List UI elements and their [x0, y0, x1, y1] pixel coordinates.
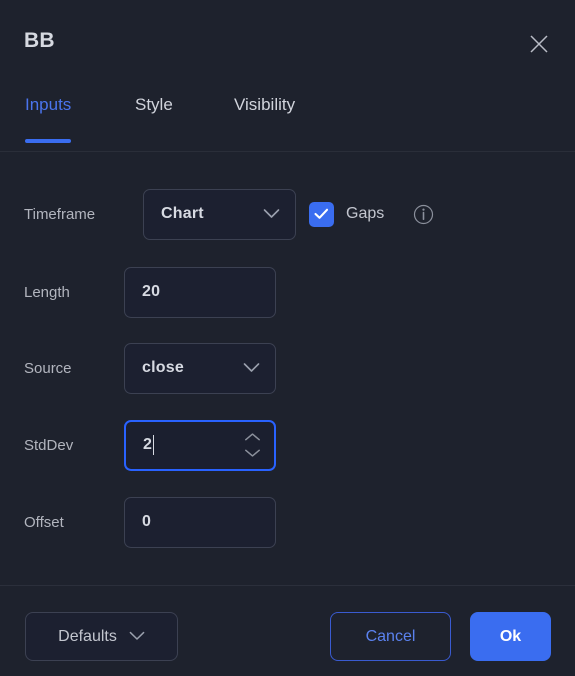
tab-inputs[interactable]: Inputs — [25, 95, 72, 147]
tab-style-label: Style — [135, 95, 173, 114]
text-caret — [153, 435, 155, 455]
tab-bar: Inputs Style Visibility — [0, 95, 575, 152]
ok-button[interactable]: Ok — [470, 612, 551, 661]
close-icon[interactable] — [522, 27, 556, 61]
tab-active-indicator — [25, 139, 72, 143]
timeframe-select[interactable]: Chart — [143, 188, 296, 240]
row-length: Length 20 — [0, 266, 575, 318]
timeframe-label: Timeframe — [24, 205, 96, 223]
page-title: BB — [24, 29, 55, 52]
length-input[interactable]: 20 — [124, 266, 276, 318]
row-offset: Offset 0 — [0, 496, 575, 548]
defaults-label: Defaults — [58, 627, 117, 645]
row-stddev: StdDev 2 — [0, 419, 575, 471]
dialog-header: BB — [0, 0, 575, 92]
chevron-down-icon — [263, 209, 280, 220]
cancel-label: Cancel — [365, 627, 416, 645]
chevron-up-icon — [245, 433, 260, 441]
cancel-button[interactable]: Cancel — [330, 612, 451, 661]
timeframe-value: Chart — [161, 205, 204, 222]
ok-label: Ok — [499, 627, 522, 645]
defaults-button[interactable]: Defaults — [25, 612, 178, 661]
gaps-label[interactable]: Gaps — [346, 205, 384, 223]
offset-value: 0 — [142, 513, 152, 530]
row-timeframe: Timeframe Chart Gaps — [0, 188, 575, 240]
gaps-checkbox[interactable] — [309, 201, 334, 227]
offset-label: Offset — [24, 513, 64, 531]
tab-visibility-label: Visibility — [234, 95, 296, 114]
check-icon — [314, 208, 329, 219]
chevron-down-icon — [129, 628, 145, 646]
inputs-panel: Timeframe Chart Gaps Length 20 Source cl… — [0, 152, 575, 585]
tab-inputs-label: Inputs — [25, 95, 72, 114]
length-value: 20 — [142, 283, 161, 300]
info-icon[interactable] — [412, 203, 434, 225]
stddev-value: 2 — [143, 436, 153, 453]
chevron-down-icon — [243, 363, 260, 374]
indicator-settings-dialog: BB Inputs Style Visibility Timeframe Cha… — [0, 0, 575, 676]
offset-input[interactable]: 0 — [124, 496, 276, 548]
stddev-label: StdDev — [24, 436, 74, 454]
tab-style[interactable]: Style — [135, 95, 173, 147]
stddev-stepper[interactable] — [244, 433, 261, 458]
stddev-input[interactable]: 2 — [124, 419, 276, 471]
row-source: Source close — [0, 342, 575, 394]
dialog-footer: Defaults Cancel Ok — [0, 586, 575, 676]
source-value: close — [142, 359, 184, 376]
source-select[interactable]: close — [124, 342, 276, 394]
chevron-down-icon — [245, 449, 260, 457]
length-label: Length — [24, 283, 70, 301]
source-label: Source — [24, 359, 72, 377]
tab-visibility[interactable]: Visibility — [234, 95, 295, 147]
